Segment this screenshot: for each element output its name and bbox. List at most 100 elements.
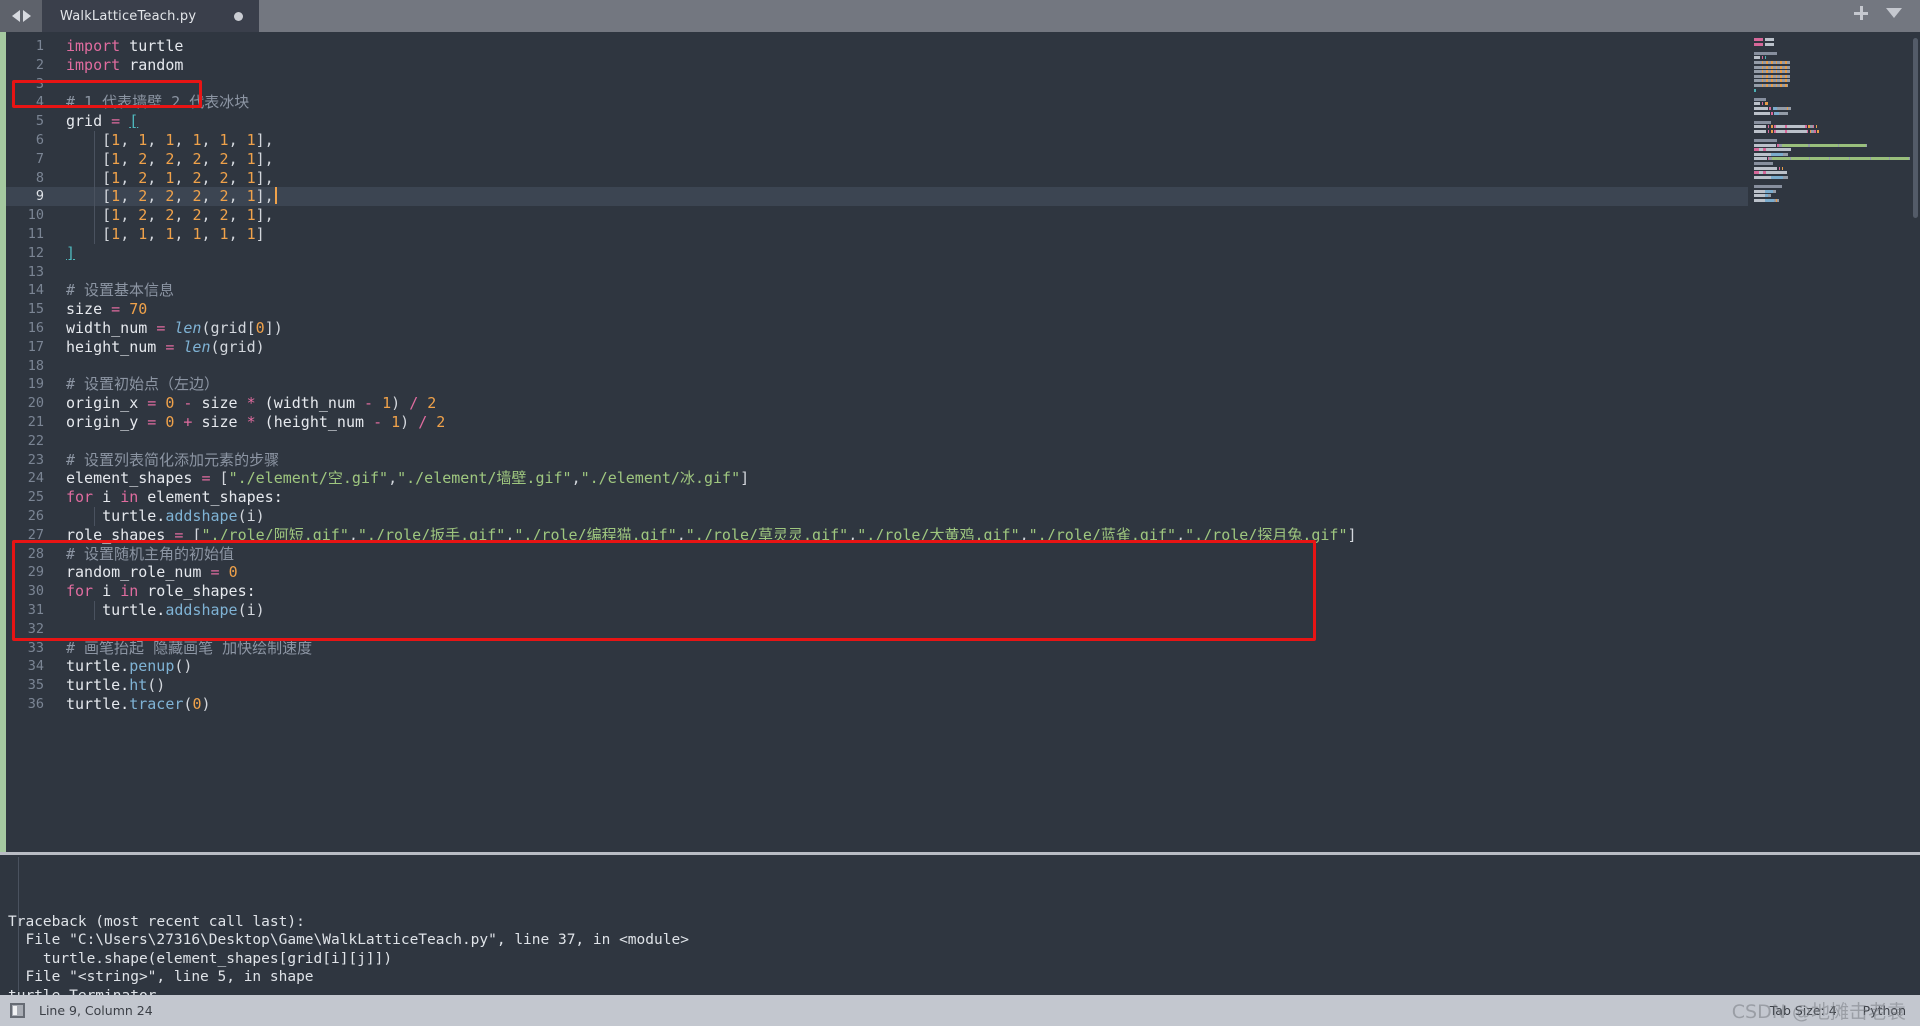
code-line-9[interactable]: 9 [1, 2, 2, 2, 2, 1],	[6, 187, 1748, 207]
minimap-line	[1754, 162, 1910, 166]
code-line-18[interactable]: 18	[6, 357, 1748, 376]
line-number: 32	[27, 620, 44, 637]
unsaved-dot-icon[interactable]	[234, 11, 244, 21]
indent-guide	[94, 507, 95, 526]
minimap-line	[1754, 120, 1910, 124]
build-output-console[interactable]: Traceback (most recent call last): File …	[0, 852, 1920, 995]
code-line-text: [1, 2, 2, 2, 2, 1],	[66, 149, 274, 168]
code-line-35[interactable]: 35 turtle.ht()	[6, 676, 1748, 695]
code-line-2[interactable]: 2 import random	[6, 56, 1748, 75]
line-number: 6	[35, 131, 44, 148]
code-line-33[interactable]: 33 # 画笔抬起 隐藏画笔 加快绘制速度	[6, 639, 1748, 658]
code-line-17[interactable]: 17 height_num = len(grid)	[6, 338, 1748, 357]
minimap-line	[1754, 102, 1910, 106]
indent-guide	[94, 601, 95, 620]
text-caret	[274, 187, 277, 205]
code-line-25[interactable]: 25 for i in element_shapes:	[6, 488, 1748, 507]
sidebar-toggle-icon[interactable]	[10, 1003, 25, 1018]
code-line-text: for i in element_shapes:	[66, 488, 283, 507]
minimap-line	[1754, 51, 1910, 55]
code-line-28[interactable]: 28 # 设置随机主角的初始值	[6, 545, 1748, 564]
minimap-line	[1754, 97, 1910, 101]
code-line-8[interactable]: 8 [1, 2, 1, 2, 2, 1],	[6, 169, 1748, 188]
tab-nav-arrows[interactable]	[0, 0, 42, 32]
code-line-10[interactable]: 10 [1, 2, 2, 2, 2, 1],	[6, 206, 1748, 225]
code-line-text: import turtle	[66, 37, 184, 55]
minimap-line	[1754, 129, 1910, 133]
minimap[interactable]	[1748, 32, 1920, 852]
chevron-left-icon[interactable]	[11, 10, 20, 22]
chevron-right-icon[interactable]	[22, 10, 31, 22]
line-number: 34	[27, 658, 44, 675]
line-number: 18	[27, 357, 44, 374]
code-line-text: # 设置初始点（左边）	[66, 375, 220, 394]
code-line-32[interactable]: 32	[6, 620, 1748, 639]
status-bar-right: Tab Size: 4 Python	[1770, 1003, 1906, 1018]
line-number: 9	[35, 188, 44, 205]
code-line-6[interactable]: 6 [1, 1, 1, 1, 1, 1],	[6, 131, 1748, 150]
minimap-line	[1754, 56, 1910, 60]
sublime-text-window: WalkLatticeTeach.py 1 import turtle 2 impor…	[0, 0, 1920, 1026]
code-line-36[interactable]: 36 turtle.tracer(0)	[6, 695, 1748, 714]
line-number: 31	[27, 601, 44, 618]
code-line-14[interactable]: 14 # 设置基本信息	[6, 281, 1748, 300]
code-line-3[interactable]: 3	[6, 75, 1748, 94]
code-line-24[interactable]: 24 element_shapes = ["./element/空.gif",".…	[6, 469, 1748, 488]
minimap-line	[1754, 93, 1910, 96]
code-line-12[interactable]: 12]	[6, 244, 1748, 263]
minimap-line	[1754, 42, 1910, 46]
console-line: File "C:\Users\27316\Desktop\Game\WalkLa…	[8, 932, 689, 948]
line-number: 2	[35, 56, 44, 73]
code-line-13[interactable]: 13	[6, 263, 1748, 282]
code-line-4[interactable]: 4 # 1 代表墙壁 2 代表冰块	[6, 93, 1748, 112]
code-line-5[interactable]: 5 grid = [	[6, 112, 1748, 131]
chevron-down-icon[interactable]	[1886, 8, 1902, 18]
syntax-label[interactable]: Python	[1863, 1003, 1906, 1018]
minimap-line	[1754, 171, 1910, 175]
minimap-line	[1754, 175, 1910, 179]
code-line-20[interactable]: 20 origin_x = 0 - size * (width_num - 1) …	[6, 394, 1748, 413]
code-line-11[interactable]: 11 [1, 1, 1, 1, 1, 1]	[6, 225, 1748, 244]
code-line-15[interactable]: 15 size = 70	[6, 300, 1748, 319]
line-number: 35	[27, 677, 44, 694]
minimap-line	[1754, 157, 1910, 161]
code-line-21[interactable]: 21 origin_y = 0 + size * (height_num - 1)…	[6, 413, 1748, 432]
code-line-34[interactable]: 34 turtle.penup()	[6, 657, 1748, 676]
code-line-22[interactable]: 22	[6, 432, 1748, 451]
code-line-30[interactable]: 30 for i in role_shapes:	[6, 582, 1748, 601]
code-line-29[interactable]: 29 random_role_num = 0	[6, 563, 1748, 582]
tab-size-label[interactable]: Tab Size: 4	[1770, 1003, 1837, 1018]
code-line-text: ]	[66, 243, 76, 262]
code-editor[interactable]: 1 import turtle 2 import random 3 4 # 1 代表墙壁 2…	[6, 32, 1748, 852]
minimap-line	[1754, 60, 1910, 64]
code-line-text: [1, 2, 1, 2, 2, 1],	[66, 168, 274, 187]
code-line-26[interactable]: 26 turtle.addshape(i)	[6, 507, 1748, 526]
code-line-text: for i in role_shapes:	[66, 582, 256, 601]
caret-position-label[interactable]: Line 9, Column 24	[39, 1003, 153, 1018]
code-line-7[interactable]: 7 [1, 2, 2, 2, 2, 1],	[6, 150, 1748, 169]
tab-walklatticeteach-py[interactable]: WalkLatticeTeach.py	[42, 0, 260, 32]
code-line-text: # 设置列表简化添加元素的步骤	[66, 450, 280, 469]
code-line-19[interactable]: 19 # 设置初始点（左边）	[6, 375, 1748, 394]
code-line-text: [1, 2, 2, 2, 2, 1],	[54, 187, 277, 206]
code-line-16[interactable]: 16 width_num = len(grid[0])	[6, 319, 1748, 338]
line-number: 8	[35, 169, 44, 186]
new-tab-icon[interactable]	[1854, 6, 1868, 20]
minimap-line	[1754, 143, 1910, 147]
line-number: 28	[27, 545, 44, 562]
line-number: 19	[27, 376, 44, 393]
code-line-text: [1, 2, 2, 2, 2, 1],	[66, 206, 274, 225]
code-line-text: height_num = len(grid)	[66, 337, 265, 356]
minimap-line	[1754, 189, 1910, 193]
code-line-text: turtle.tracer(0)	[66, 694, 211, 713]
code-line-31[interactable]: 31 turtle.addshape(i)	[6, 601, 1748, 620]
minimap-line	[1754, 185, 1910, 188]
code-line-23[interactable]: 23 # 设置列表简化添加元素的步骤	[6, 451, 1748, 470]
code-line-27[interactable]: 27 role_shapes = ["./role/阿短.gif","./role…	[6, 526, 1748, 545]
console-line: turtle.shape(element_shapes[grid[i][j]])	[8, 950, 393, 967]
code-line-1[interactable]: 1 import turtle	[6, 37, 1748, 56]
minimap-scrollbar[interactable]	[1913, 38, 1918, 218]
minimap-line	[1754, 74, 1910, 78]
code-line-list[interactable]: 1 import turtle 2 import random 3 4 # 1 代表墙壁 2…	[6, 32, 1748, 714]
minimap-lines	[1754, 38, 1910, 202]
